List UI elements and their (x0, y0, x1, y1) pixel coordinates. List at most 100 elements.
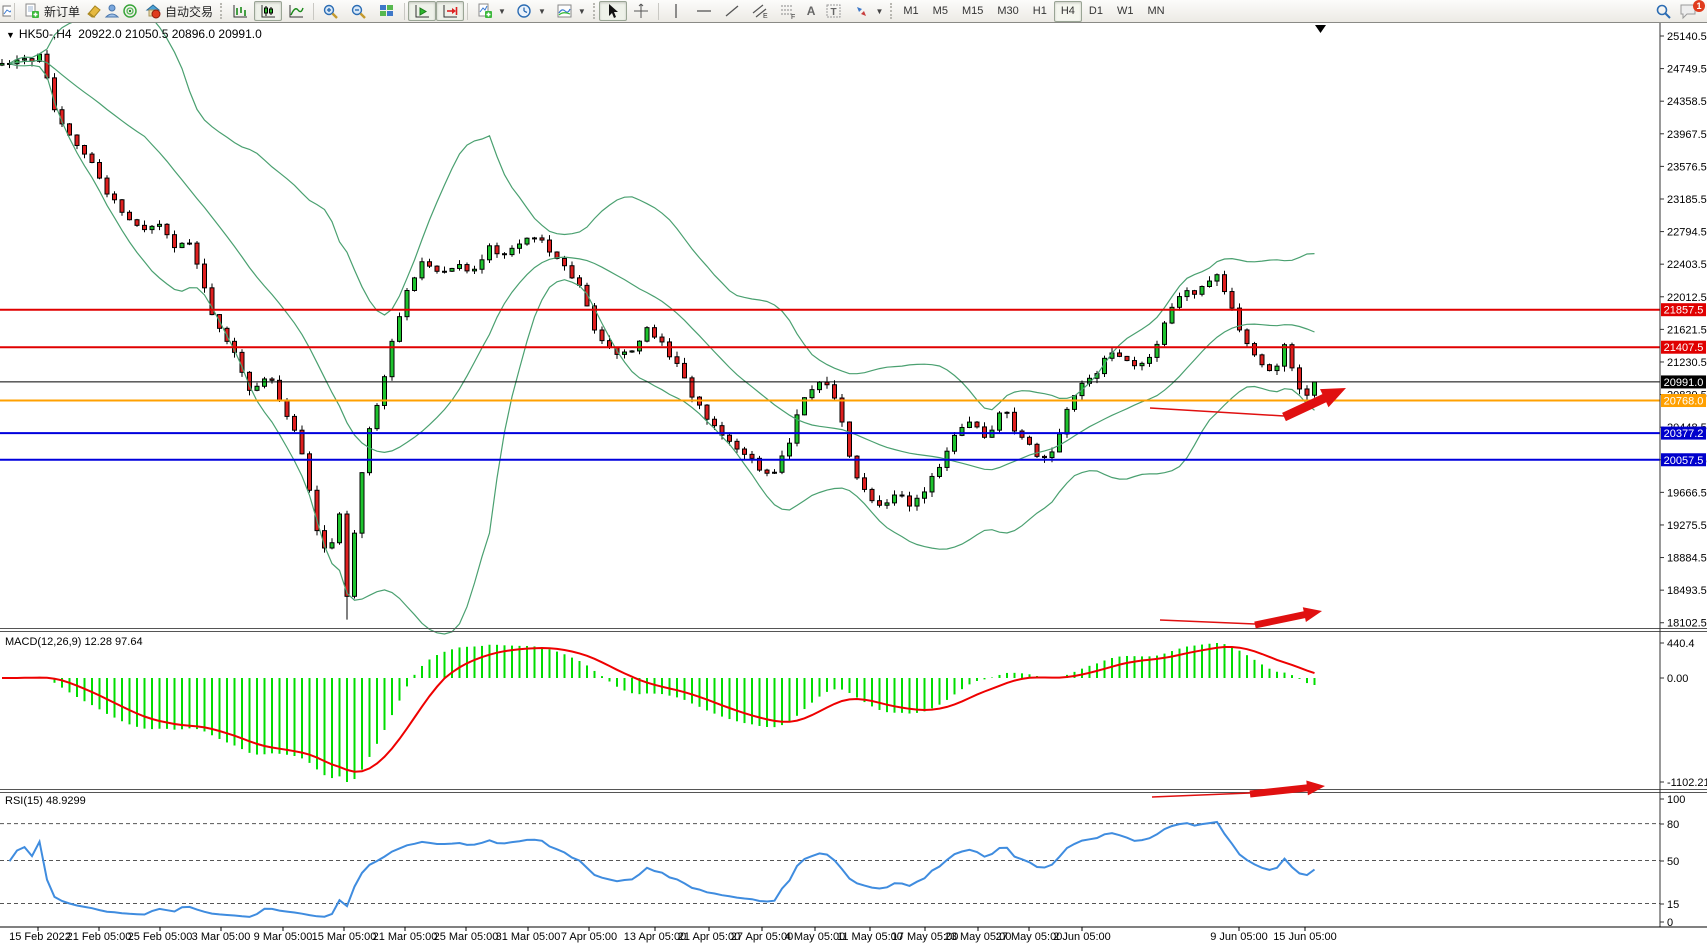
crosshair-icon (632, 3, 650, 20)
price-axis-label: 18102.5 (1667, 618, 1707, 630)
candle-body (750, 454, 754, 458)
candle-body (68, 124, 72, 135)
separator (467, 3, 468, 20)
eraser-icon[interactable] (85, 3, 103, 20)
signal-icon[interactable] (121, 3, 139, 20)
candle-body (1230, 292, 1234, 309)
candle-body (863, 478, 867, 490)
text-label-tool-button[interactable]: T (820, 1, 848, 21)
bar-chart-button[interactable] (226, 1, 254, 21)
candle-body (143, 225, 147, 229)
timeframe-group: M1M5M15M30H1H4D1W1MN (896, 1, 1171, 22)
auto-scroll-icon (413, 3, 431, 20)
candle-body (645, 328, 649, 342)
candle-body (375, 405, 379, 428)
toolbar-grip[interactable] (220, 3, 222, 19)
crosshair-button[interactable] (627, 1, 655, 21)
candle-body (293, 416, 297, 430)
symbol-period-label: HK50-,H4 (19, 27, 72, 41)
line-chart-button[interactable] (282, 1, 310, 21)
candle-body (75, 135, 79, 145)
timeframe-mn[interactable]: MN (1140, 1, 1171, 22)
timeframe-m15[interactable]: M15 (955, 1, 990, 22)
candle-body (960, 427, 964, 435)
time-axis-label: 2 Jun 05:00 (1053, 931, 1111, 943)
timeframe-m5[interactable]: M5 (926, 1, 955, 22)
chart-dropdown-icon[interactable]: ▼ (6, 30, 15, 40)
search-icon[interactable] (1655, 3, 1673, 20)
candle-body (1065, 409, 1069, 434)
candle-body (510, 248, 514, 254)
channel-tool-button[interactable]: E (746, 1, 774, 21)
candle-body (780, 456, 784, 472)
timeframe-w1[interactable]: W1 (1110, 1, 1141, 22)
price-axis-label: 19275.5 (1667, 520, 1707, 532)
toolbar-grip[interactable] (890, 3, 892, 19)
timeframe-m1[interactable]: M1 (896, 1, 925, 22)
dropdown-caret: ▼ (498, 7, 506, 16)
horizontal-line-tool-button[interactable] (690, 1, 718, 21)
dropdown-caret: ▼ (875, 7, 883, 16)
auto-trading-button[interactable]: 自动交易 (139, 1, 218, 21)
candle-body (968, 422, 972, 427)
candle-body (675, 357, 679, 364)
indicators-button[interactable]: ▼ (471, 1, 511, 21)
candle-body (623, 352, 627, 354)
price-axis-label: 23967.5 (1667, 129, 1707, 141)
toolbar-grip[interactable] (593, 3, 595, 19)
candlestick-chart-button[interactable] (254, 1, 282, 21)
candle-body (533, 238, 537, 239)
macd-axis-label: 440.4 (1667, 638, 1695, 650)
timeframe-h1[interactable]: H1 (1026, 1, 1054, 22)
candle-body (653, 328, 657, 337)
candle-body (1028, 437, 1032, 444)
periods-button[interactable]: ▼ (511, 1, 551, 21)
candle-body (450, 268, 454, 271)
candle-body (98, 162, 102, 178)
chart-window-icon[interactable] (2, 3, 11, 20)
chat-badge: 1 (1693, 0, 1705, 12)
price-badge-label: 20768.0 (1664, 396, 1704, 408)
candle-body (998, 413, 1002, 430)
candle-body (405, 290, 409, 316)
auto-scroll-button[interactable] (408, 1, 436, 21)
zoom-out-button[interactable] (345, 1, 373, 21)
chart-background (0, 23, 1707, 943)
trendline-tool-button[interactable] (718, 1, 746, 21)
candle-body (465, 265, 469, 271)
profile-icon[interactable] (103, 3, 121, 20)
candle-body (1118, 353, 1122, 356)
timeframe-d1[interactable]: D1 (1082, 1, 1110, 22)
text-tool-button[interactable]: A (802, 1, 821, 21)
templates-button[interactable]: ▼ (551, 1, 591, 21)
rsi-indicator-label: RSI(15) 48.9299 (5, 795, 86, 807)
arrows-tool-button[interactable]: ▼ (848, 1, 888, 21)
candle-body (1305, 389, 1309, 395)
new-order-button[interactable]: 新订单 (18, 1, 85, 21)
time-axis-label: 15 Mar 05:00 (312, 931, 377, 943)
candle-body (825, 382, 829, 385)
chart-shift-button[interactable] (436, 1, 464, 21)
candle-body (263, 379, 267, 386)
rsi-axis-label: 80 (1667, 819, 1679, 831)
candle-body (773, 472, 777, 473)
candle-body (420, 262, 424, 278)
timeframe-m30[interactable]: M30 (990, 1, 1025, 22)
fibonacci-tool-button[interactable]: F (774, 1, 802, 21)
svg-text:T: T (831, 7, 837, 18)
tile-windows-button[interactable] (373, 1, 401, 21)
candle-body (120, 200, 124, 213)
chart-title[interactable]: ▼HK50-,H4 20922.0 21050.5 20896.0 20991.… (6, 27, 262, 41)
zoom-in-icon (322, 3, 340, 20)
cursor-button[interactable] (599, 1, 627, 21)
chat-button[interactable]: 1 (1679, 2, 1701, 20)
chart-canvas[interactable]: 25140.524749.524358.523967.523576.523185… (0, 0, 1707, 943)
candle-body (398, 317, 402, 342)
zoom-in-button[interactable] (317, 1, 345, 21)
time-axis-label: 21 Mar 05:00 (373, 931, 438, 943)
vertical-line-tool-button[interactable] (662, 1, 690, 21)
candle-body (1133, 361, 1137, 366)
candle-body (938, 467, 942, 476)
timeframe-h4[interactable]: H4 (1054, 1, 1082, 22)
candle-body (165, 224, 169, 234)
